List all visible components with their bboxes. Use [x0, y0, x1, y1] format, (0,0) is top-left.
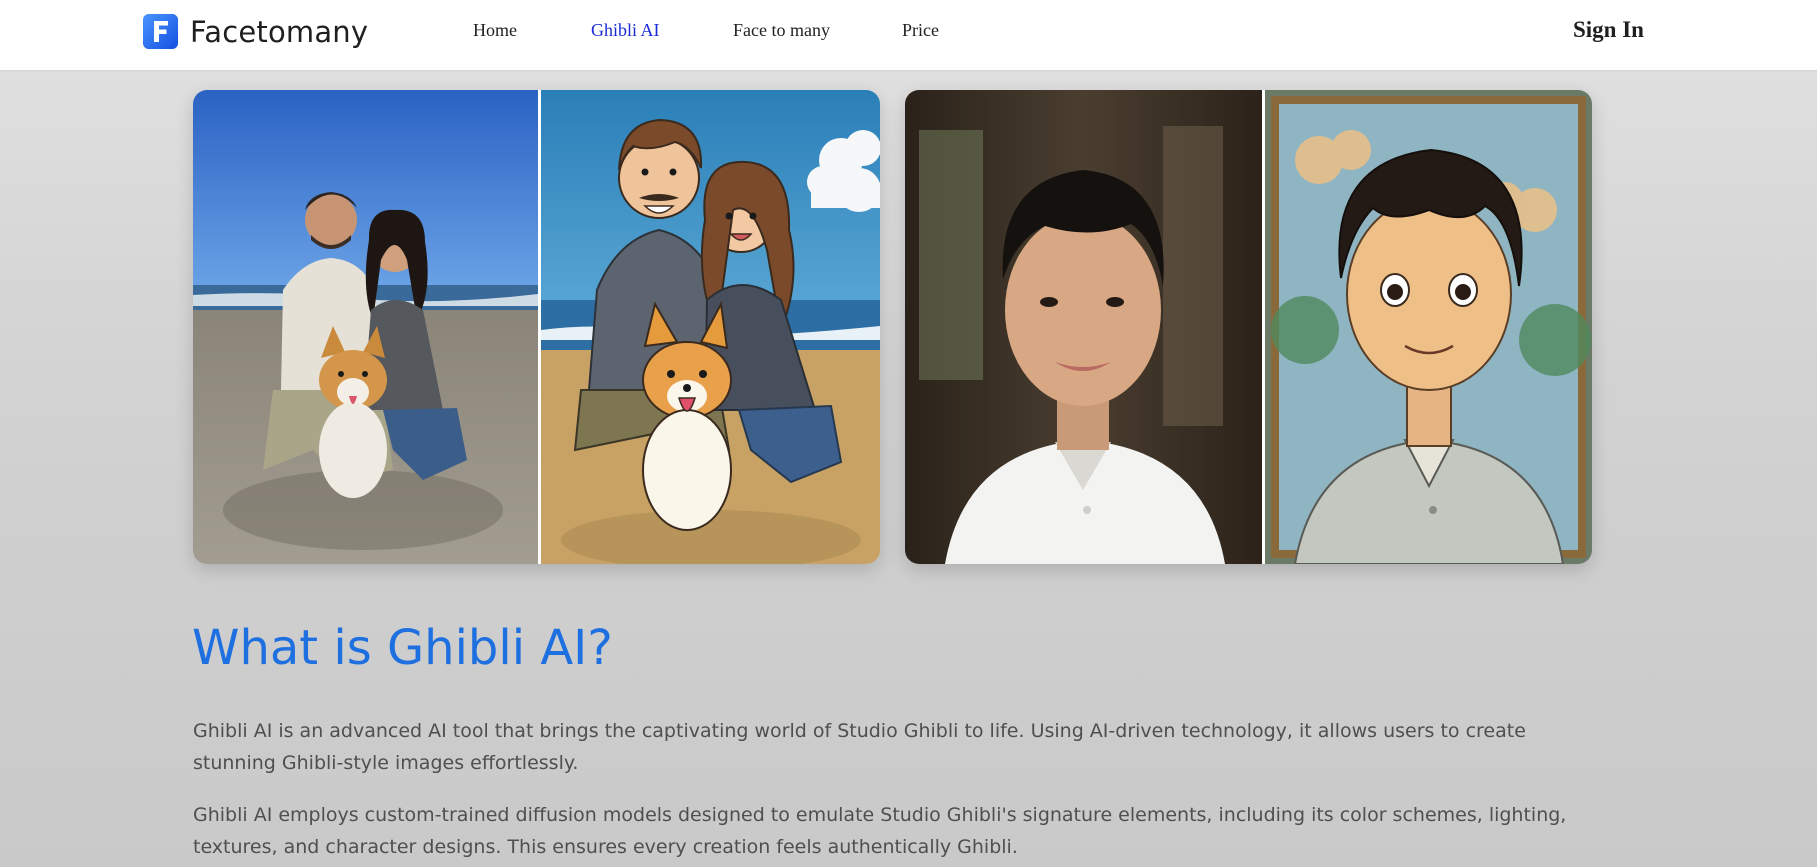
intro-paragraph: Ghibli AI is an advanced AI tool that br… — [193, 720, 1526, 774]
original-photo-couple-image — [193, 90, 538, 564]
ghibli-style-portrait-image — [1265, 90, 1592, 564]
nav-ghibli-ai[interactable]: Ghibli AI — [591, 20, 660, 41]
showcase-card-couple — [193, 90, 880, 564]
section-title: What is Ghibli AI? — [192, 620, 613, 676]
showcase-card-portrait — [905, 90, 1592, 564]
sign-in-button[interactable]: Sign In — [1573, 17, 1644, 43]
nav-face-to-many[interactable]: Face to many — [733, 20, 830, 41]
nav-home[interactable]: Home — [473, 20, 517, 41]
brand-name: Facetomany — [190, 14, 369, 49]
brand-logo-icon — [143, 14, 178, 49]
ghibli-style-couple-image — [541, 90, 880, 564]
details-paragraph: Ghibli AI employs custom-trained diffusi… — [193, 804, 1567, 858]
brand-logo-link[interactable]: Facetomany — [143, 14, 368, 49]
original-photo-portrait-image — [905, 90, 1262, 564]
top-navbar: Facetomany Home Ghibli AI Face to many P… — [0, 0, 1817, 70]
nav-price[interactable]: Price — [902, 20, 939, 41]
